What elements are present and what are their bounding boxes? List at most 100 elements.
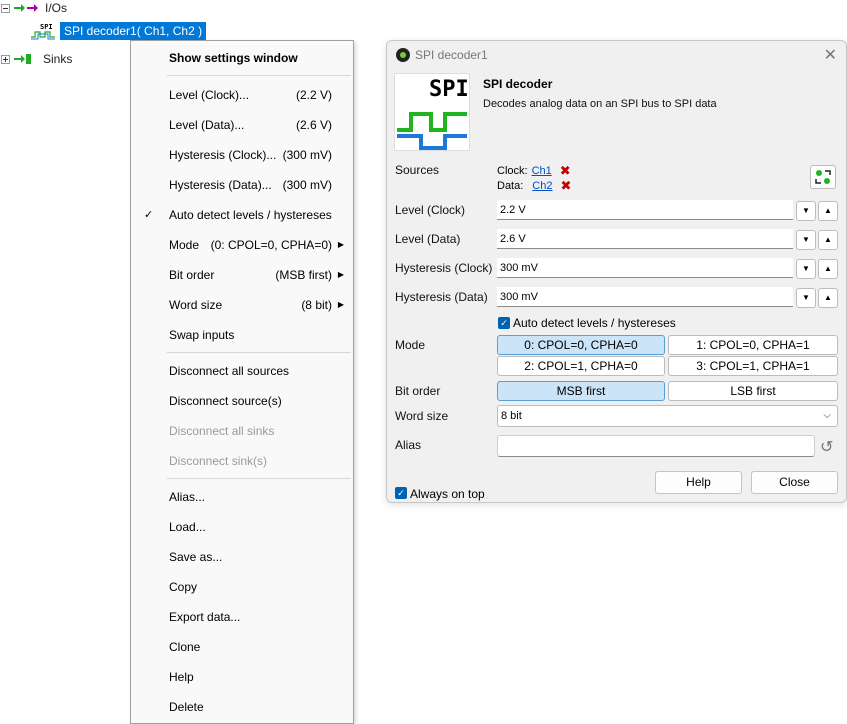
tree-node-sinks[interactable]: Sinks — [1, 51, 72, 67]
level-clock-up-button[interactable]: ▲ — [818, 201, 838, 221]
menu-value: (300 mV) — [282, 178, 332, 192]
tree-label-ios: I/Os — [45, 1, 68, 15]
tree-node-spi-decoder[interactable]: SPI SPI decoder1( Ch1, Ch2 ) — [30, 22, 207, 40]
level-clock-down-button[interactable]: ▼ — [796, 201, 816, 221]
hysteresis-data-down-button[interactable]: ▼ — [796, 288, 816, 308]
menu-show-settings[interactable]: Show settings window — [131, 43, 353, 73]
menu-value: (MSB first) — [275, 268, 332, 282]
menu-level-clock[interactable]: Level (Clock)... (2.2 V) — [131, 80, 353, 110]
menu-help[interactable]: Help — [131, 662, 353, 692]
sink-arrow-icon — [14, 54, 31, 64]
bit-order-msb[interactable]: MSB first — [497, 381, 665, 401]
context-menu: Show settings window Level (Clock)... (2… — [130, 40, 354, 724]
spin-up-icon: ▲ — [824, 293, 832, 302]
menu-level-data[interactable]: Level (Data)... (2.6 V) — [131, 110, 353, 140]
spi-device-icon-text: SPI — [40, 23, 53, 31]
menu-label: Save as... — [169, 550, 223, 564]
spin-down-icon: ▼ — [802, 264, 810, 273]
mode-option-1[interactable]: 1: CPOL=0, CPHA=1 — [668, 335, 838, 355]
menu-copy[interactable]: Copy — [131, 572, 353, 602]
source-clock: Clock: Ch1 ✖ — [497, 163, 571, 179]
help-button[interactable]: Help — [655, 471, 742, 494]
chevron-down-icon: ⌵ — [823, 410, 831, 421]
close-icon[interactable]: ✕ — [824, 45, 837, 65]
delete-data-source-icon[interactable]: ✖ — [560, 178, 571, 194]
auto-detect-checkbox[interactable]: ✓ — [498, 317, 510, 329]
source-clock-link[interactable]: Ch1 — [532, 165, 552, 177]
hysteresis-clock-input[interactable]: 300 mV — [497, 258, 793, 278]
menu-auto-detect[interactable]: ✓ Auto detect levels / hystereses — [131, 200, 353, 230]
menu-disconnect-sources[interactable]: Disconnect source(s) — [131, 386, 353, 416]
menu-hysteresis-data[interactable]: Hysteresis (Data)... (300 mV) — [131, 170, 353, 200]
menu-value: (300 mV) — [282, 148, 332, 162]
menu-label: Alias... — [169, 490, 206, 504]
menu-label: Level (Data)... — [169, 118, 245, 132]
menu-disconnect-sinks: Disconnect sink(s) — [131, 446, 353, 476]
menu-label: Swap inputs — [169, 328, 235, 342]
menu-word-size[interactable]: Word size (8 bit) ▶ — [131, 290, 353, 320]
header-description: Decodes analog data on an SPI bus to SPI… — [483, 98, 717, 110]
source-clock-prefix: Clock: — [497, 165, 528, 177]
source-data-link[interactable]: Ch2 — [532, 180, 552, 192]
menu-hysteresis-clock[interactable]: Hysteresis (Clock)... (300 mV) — [131, 140, 353, 170]
delete-clock-source-icon[interactable]: ✖ — [560, 163, 571, 179]
mode-option-0[interactable]: 0: CPOL=0, CPHA=0 — [497, 335, 665, 355]
menu-delete[interactable]: Delete — [131, 692, 353, 722]
level-data-label: Level (Data) — [395, 232, 461, 246]
level-clock-label: Level (Clock) — [395, 203, 466, 217]
expand-icon[interactable] — [1, 54, 10, 64]
level-data-up-button[interactable]: ▲ — [818, 230, 838, 250]
menu-mode[interactable]: Mode (0: CPOL=0, CPHA=0) ▶ — [131, 230, 353, 260]
menu-alias[interactable]: Alias... — [131, 482, 353, 512]
menu-label: Copy — [169, 580, 198, 594]
alias-input[interactable] — [497, 435, 815, 457]
mode-option-3[interactable]: 3: CPOL=1, CPHA=1 — [668, 356, 838, 376]
menu-clone[interactable]: Clone — [131, 632, 353, 662]
hysteresis-clock-up-button[interactable]: ▲ — [818, 259, 838, 279]
hysteresis-data-up-button[interactable]: ▲ — [818, 288, 838, 308]
swap-inputs-button[interactable] — [810, 165, 836, 189]
menu-save-as[interactable]: Save as... — [131, 542, 353, 572]
level-data-down-button[interactable]: ▼ — [796, 230, 816, 250]
menu-disconnect-all-sources[interactable]: Disconnect all sources — [131, 356, 353, 386]
menu-separator — [167, 352, 351, 353]
spi-device-icon: SPI — [31, 23, 55, 40]
menu-label: Word size — [169, 298, 223, 312]
collapse-icon[interactable] — [1, 3, 10, 13]
menu-bit-order[interactable]: Bit order (MSB first) ▶ — [131, 260, 353, 290]
level-data-input[interactable]: 2.6 V — [497, 229, 793, 249]
menu-value: (8 bit) — [301, 298, 332, 312]
close-button[interactable]: Close — [751, 471, 838, 494]
menu-load[interactable]: Load... — [131, 512, 353, 542]
menu-label: Show settings window — [169, 51, 298, 65]
tree-label-spi-decoder[interactable]: SPI decoder1( Ch1, Ch2 ) — [60, 22, 207, 40]
reset-icon[interactable]: ↺ — [820, 437, 833, 457]
level-clock-input[interactable]: 2.2 V — [497, 200, 793, 220]
alias-label: Alias — [395, 438, 422, 452]
menu-export-data[interactable]: Export data... — [131, 602, 353, 632]
menu-label: Disconnect sink(s) — [169, 454, 268, 468]
io-arrows-icon — [14, 4, 38, 12]
bit-order-lsb[interactable]: LSB first — [668, 381, 838, 401]
always-on-top-checkbox[interactable]: ✓ — [395, 487, 407, 499]
menu-label: Load... — [169, 520, 206, 534]
tree-node-ios[interactable]: I/Os — [1, 0, 67, 16]
word-size-value: 8 bit — [501, 410, 522, 422]
spi-logo-text: SPI — [429, 77, 469, 102]
dialog-title: SPI decoder1 — [415, 48, 488, 62]
always-on-top-label: Always on top — [410, 487, 485, 501]
submenu-arrow-icon: ▶ — [337, 270, 344, 279]
menu-value: (2.2 V) — [295, 88, 332, 102]
mode-label: Mode — [395, 338, 426, 352]
hysteresis-clock-down-button[interactable]: ▼ — [796, 259, 816, 279]
menu-label: Auto detect levels / hystereses — [169, 208, 332, 222]
hysteresis-data-label: Hysteresis (Data) — [395, 290, 488, 304]
mode-option-2[interactable]: 2: CPOL=1, CPHA=0 — [497, 356, 665, 376]
menu-label: Level (Clock)... — [169, 88, 250, 102]
word-size-select[interactable]: 8 bit ⌵ — [497, 405, 838, 427]
submenu-arrow-icon: ▶ — [337, 240, 344, 249]
menu-swap-inputs[interactable]: Swap inputs — [131, 320, 353, 350]
menu-disconnect-all-sinks: Disconnect all sinks — [131, 416, 353, 446]
submenu-arrow-icon: ▶ — [337, 300, 344, 309]
hysteresis-data-input[interactable]: 300 mV — [497, 287, 793, 307]
